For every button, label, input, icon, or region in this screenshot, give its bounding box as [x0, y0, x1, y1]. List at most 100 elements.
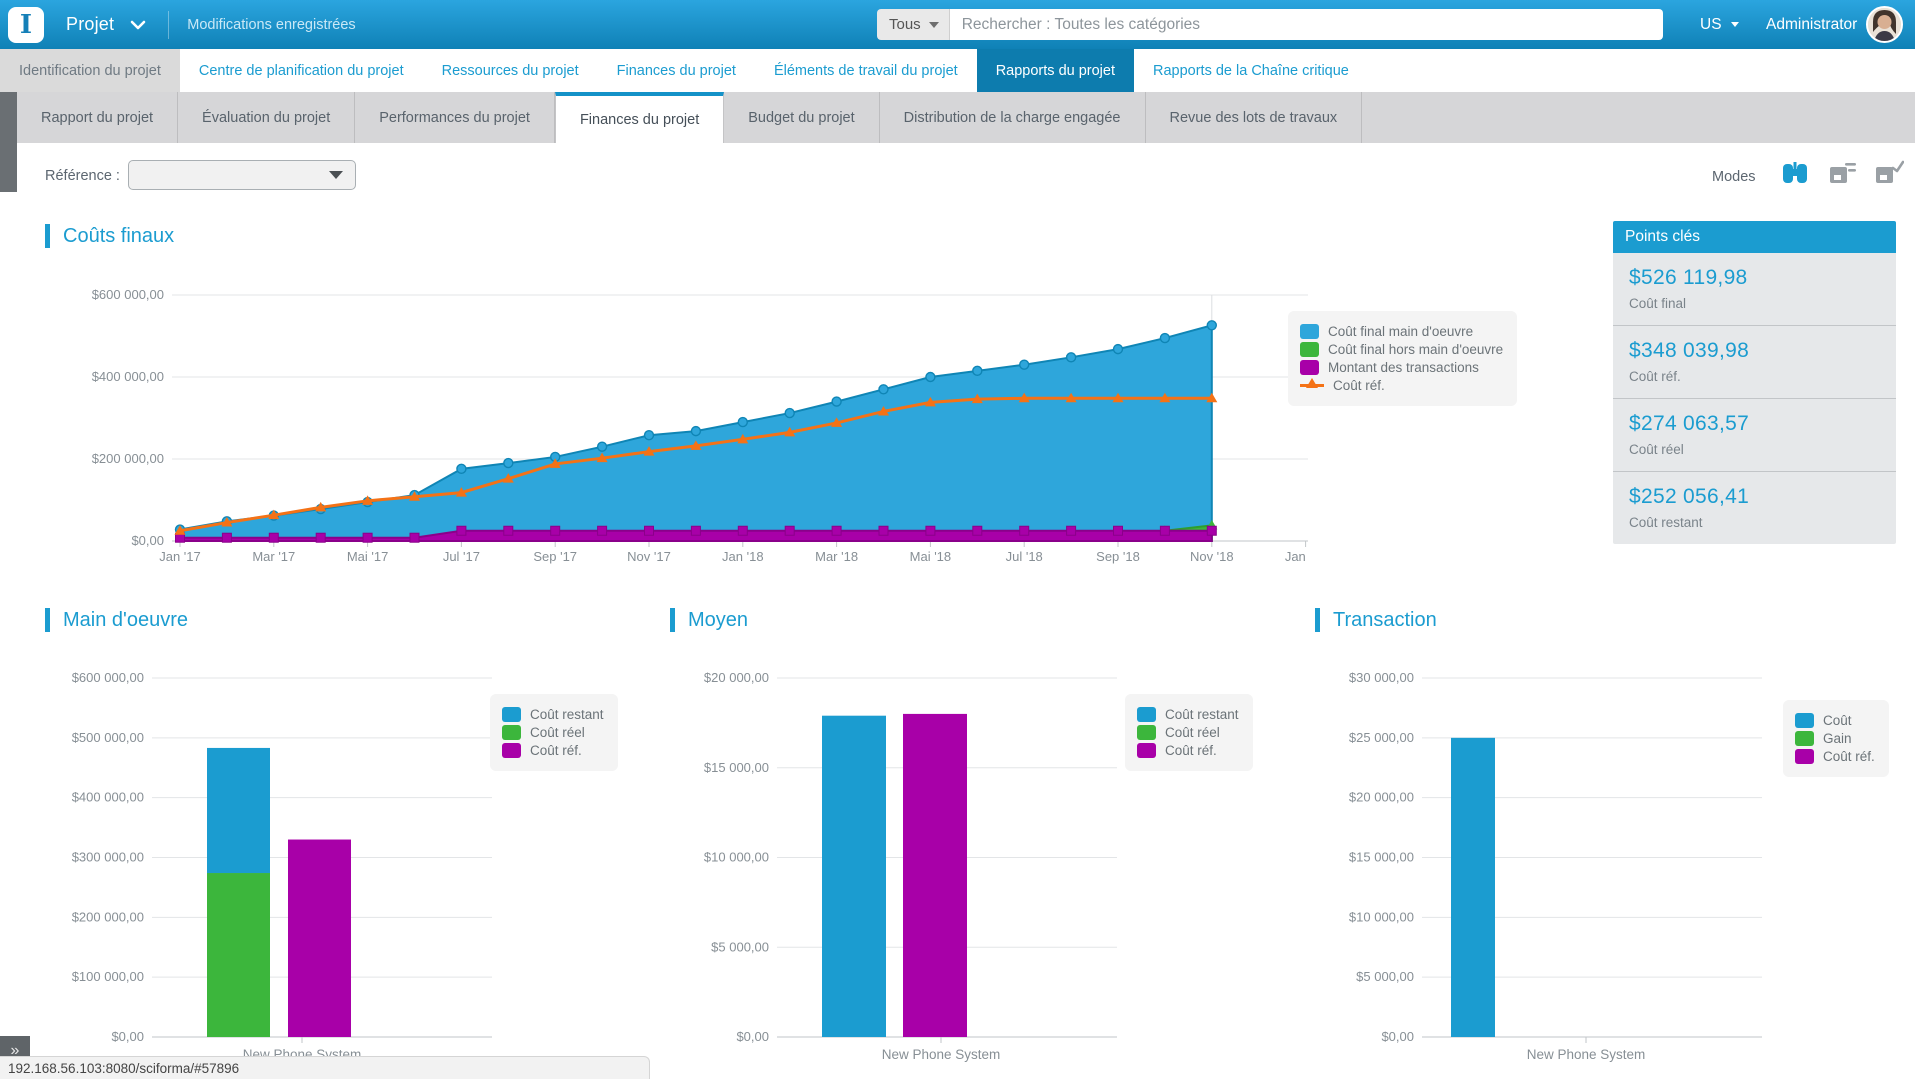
title-accent-bar	[1315, 608, 1320, 632]
key-point-value: $252 056,41	[1629, 485, 1880, 509]
section-main-d-oeuvre: Main d'oeuvre$0,00$100 000,00$200 000,00…	[40, 596, 660, 1079]
application-window: I Projet Modifications enregistrées Tous…	[0, 0, 1915, 1079]
legend-item-co-t-r-el: Coût réel	[502, 725, 604, 740]
legend-item-co-t-r-f: Coût réf.	[1300, 378, 1503, 393]
svg-text:$200 000,00: $200 000,00	[92, 451, 164, 466]
legend-swatch	[1300, 342, 1319, 357]
key-point-value: $526 119,98	[1629, 266, 1880, 290]
reference-dropdown[interactable]	[128, 160, 356, 190]
legend-label: Coût restant	[1165, 707, 1239, 722]
svg-text:Mar '18: Mar '18	[815, 549, 858, 564]
secondary-tab-distribution-de-la-charge-engag-e[interactable]: Distribution de la charge engagée	[880, 92, 1146, 143]
section-title-text: Coûts finaux	[63, 225, 174, 248]
legend-swatch	[1300, 324, 1319, 339]
search-input[interactable]	[950, 9, 1663, 40]
svg-text:$100 000,00: $100 000,00	[72, 969, 144, 984]
legend-item-co-t-r-f: Coût réf.	[1137, 743, 1239, 758]
bar-segment-co-t-restant	[207, 748, 270, 873]
svg-text:$15 000,00: $15 000,00	[704, 760, 769, 775]
bar-segment-co-t-restant	[822, 716, 886, 1037]
topbar-divider	[168, 11, 169, 39]
primary-tab-ressources-du-projet[interactable]: Ressources du projet	[423, 49, 598, 92]
svg-text:$200 000,00: $200 000,00	[72, 909, 144, 924]
report-edit-mode-icon[interactable]	[1828, 160, 1858, 186]
svg-text:Jan '19: Jan '19	[1285, 549, 1310, 564]
key-point-co-t-final: $526 119,98 Coût final	[1613, 253, 1896, 326]
key-point-label: Coût final	[1629, 296, 1880, 311]
svg-text:New Phone System: New Phone System	[1527, 1047, 1646, 1062]
modes-label: Modes	[1712, 169, 1756, 185]
key-points-header: Points clés	[1613, 221, 1896, 253]
legend-swatch	[1795, 731, 1814, 746]
legend-item-co-t: Coût	[1795, 713, 1875, 728]
chevron-down-icon[interactable]	[130, 20, 146, 30]
secondary-tab-budget-du-projet[interactable]: Budget du projet	[724, 92, 879, 143]
svg-text:$15 000,00: $15 000,00	[1349, 850, 1414, 865]
user-name[interactable]: Administrator	[1766, 0, 1857, 49]
secondary-tab-performances-du-projet[interactable]: Performances du projet	[355, 92, 555, 143]
secondary-tab-rapport-du-projet[interactable]: Rapport du projet	[17, 92, 178, 143]
legend-label: Coût réel	[530, 725, 585, 740]
section-title-moyen: Moyen	[670, 608, 748, 632]
svg-text:Mar '17: Mar '17	[252, 549, 295, 564]
legend-item-co-t-final-hors-main-d-oeuvre: Coût final hors main d'oeuvre	[1300, 342, 1503, 357]
legend-label: Coût	[1823, 713, 1852, 728]
legend-swatch	[1795, 749, 1814, 764]
key-point-label: Coût réel	[1629, 442, 1880, 457]
legend-item-montant-des-transactions: Montant des transactions	[1300, 360, 1503, 375]
legend-label: Coût réf.	[1333, 378, 1385, 393]
svg-text:Jan '18: Jan '18	[722, 549, 764, 564]
legend-label: Montant des transactions	[1328, 360, 1479, 375]
search-scope-label: Tous	[889, 16, 921, 33]
legend-label: Coût final main d'oeuvre	[1328, 324, 1473, 339]
search-scope-dropdown[interactable]: Tous	[877, 9, 950, 40]
user-avatar[interactable]	[1866, 6, 1903, 43]
collapsed-panel-strip[interactable]	[0, 92, 17, 192]
primary-tab-rapports-du-projet[interactable]: Rapports du projet	[977, 49, 1134, 92]
svg-text:$0,00: $0,00	[736, 1029, 769, 1044]
project-menu[interactable]: Projet	[66, 14, 114, 35]
main-d-oeuvre-legend: Coût restantCoût réelCoût réf.	[490, 694, 618, 771]
legend-item-co-t-r-el: Coût réel	[1137, 725, 1239, 740]
status-bar: 192.168.56.103:8080/sciforma/#57896	[0, 1056, 650, 1079]
section-title-transaction: Transaction	[1315, 608, 1437, 632]
secondary-tab-valuation-du-projet[interactable]: Évaluation du projet	[178, 92, 355, 143]
avatar-image	[1868, 8, 1901, 41]
svg-text:New Phone System: New Phone System	[882, 1047, 1001, 1062]
primary-tab-l-ments-de-travail-du-projet[interactable]: Éléments de travail du projet	[755, 49, 977, 92]
key-point-co-t-r-f: $348 039,98Coût réf.	[1613, 326, 1896, 399]
key-points-panel: Points clés $526 119,98 Coût final $348 03…	[1613, 221, 1896, 544]
primary-tabs: Identification du projetCentre de planif…	[0, 49, 1915, 92]
key-point-co-t-r-el: $274 063,57Coût réel	[1613, 399, 1896, 472]
svg-text:$20 000,00: $20 000,00	[1349, 790, 1414, 805]
legend-swatch	[502, 707, 521, 722]
moyen-legend: Coût restant Coût réel Coût réf.	[1125, 694, 1253, 771]
report-validate-mode-icon[interactable]	[1874, 160, 1904, 186]
legend-swatch	[1137, 707, 1156, 722]
legend-swatch	[1795, 713, 1814, 728]
secondary-tabs: Rapport du projetÉvaluation du projetPer…	[0, 92, 1915, 143]
key-point-label: Coût réf.	[1629, 369, 1880, 384]
top-bar: I Projet Modifications enregistrées Tous…	[0, 0, 1915, 49]
svg-text:Mai '17: Mai '17	[347, 549, 389, 564]
secondary-tab-finances-du-projet[interactable]: Finances du projet	[555, 92, 724, 143]
svg-text:$10 000,00: $10 000,00	[1349, 909, 1414, 924]
secondary-tab-revue-des-lots-de-travaux[interactable]: Revue des lots de travaux	[1146, 92, 1363, 143]
section-title-text: Transaction	[1333, 609, 1437, 632]
save-status-text: Modifications enregistrées	[187, 17, 355, 33]
svg-text:Sep '17: Sep '17	[533, 549, 577, 564]
bar-segment-co-t-r-f	[288, 840, 351, 1037]
section-title-main-d-oeuvre: Main d'oeuvre	[45, 608, 188, 632]
primary-tab-centre-de-planification-du-projet[interactable]: Centre de planification du projet	[180, 49, 423, 92]
primary-tab-finances-du-projet[interactable]: Finances du projet	[598, 49, 755, 92]
binoculars-icon[interactable]	[1780, 160, 1810, 186]
app-logo-icon[interactable]: I	[8, 7, 44, 43]
status-url: 192.168.56.103:8080/sciforma/#57896	[8, 1061, 239, 1076]
couts-finaux-chart[interactable]: $600 000,00$400 000,00$200 000,00$0,00Ja…	[40, 262, 1310, 592]
legend-swatch	[1137, 725, 1156, 740]
language-selector[interactable]: US	[1700, 0, 1739, 49]
global-search: Tous	[877, 9, 1663, 40]
bar-segment-co-t-r-el	[207, 873, 270, 1037]
primary-tab-identification-du-projet[interactable]: Identification du projet	[0, 49, 180, 92]
primary-tab-rapports-de-la-cha-ne-critique[interactable]: Rapports de la Chaîne critique	[1134, 49, 1368, 92]
